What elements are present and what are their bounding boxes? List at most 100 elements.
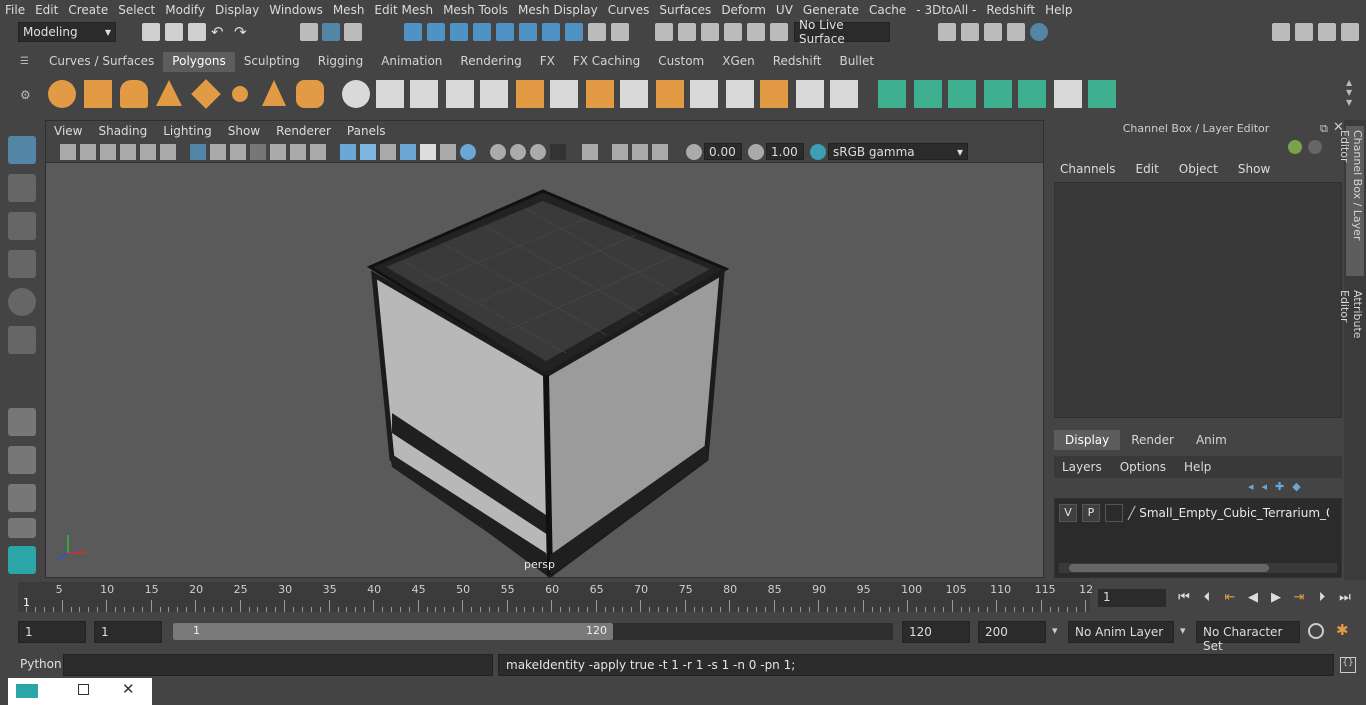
range-slider[interactable]: 1 120 [173, 623, 893, 640]
viewport-panel[interactable]: View Shading Lighting Show Renderer Panels 0.… [45, 120, 1044, 578]
poly-cylinder-icon[interactable] [120, 80, 148, 108]
uv-editor-icon[interactable] [878, 80, 906, 108]
tab-fx-caching[interactable]: FX Caching [564, 52, 649, 72]
menu-edit[interactable]: Edit [30, 3, 63, 17]
snap-curve-icon[interactable] [678, 23, 696, 41]
command-input[interactable] [63, 654, 493, 676]
save-scene-icon[interactable] [188, 23, 206, 41]
auto-key-icon[interactable] [1308, 623, 1324, 639]
mirror-icon[interactable] [410, 80, 438, 108]
planar-map-icon[interactable] [914, 80, 942, 108]
chevron-down-icon[interactable]: ▾ [1052, 624, 1058, 637]
shelf-menu-icon[interactable]: ☰ [20, 56, 30, 68]
hypershade-icon[interactable] [1030, 23, 1048, 41]
target-weld-icon[interactable] [690, 80, 718, 108]
layer-menu-help[interactable]: Help [1176, 460, 1221, 474]
channel-box-toggle-icon[interactable] [1341, 23, 1359, 41]
grid-icon[interactable] [190, 144, 206, 160]
select-by-object-icon[interactable] [322, 23, 340, 41]
layer-menu-options[interactable]: Options [1112, 460, 1176, 474]
tab-display[interactable]: Display [1054, 430, 1121, 450]
anti-aliasing-icon[interactable] [550, 144, 566, 160]
viewport-scene[interactable] [46, 163, 1043, 577]
scene-start-field[interactable]: 1 [18, 621, 86, 643]
frame-selected-icon[interactable] [632, 144, 648, 160]
axis-display-icon[interactable] [1288, 140, 1302, 154]
character-set-dropdown[interactable]: No Character Set [1196, 621, 1300, 653]
layer-list-scrollbar[interactable] [1059, 563, 1337, 573]
redo-icon[interactable]: ↷ [234, 23, 252, 41]
tab-xgen[interactable]: XGen [713, 52, 764, 72]
select-by-hierarchy-icon[interactable] [300, 23, 318, 41]
snap-view-plane-icon[interactable] [747, 23, 765, 41]
menu-deform[interactable]: Deform [716, 3, 771, 17]
play-forwards-icon[interactable]: ▶ [1268, 590, 1284, 606]
resolution-gate-icon[interactable] [230, 144, 246, 160]
shelf-scroll-icon[interactable]: ▲ ▼ ▼ [1346, 78, 1358, 108]
command-language-label[interactable]: Python [20, 657, 62, 671]
center-pivot-icon[interactable] [796, 80, 824, 108]
tab-sculpting[interactable]: Sculpting [235, 52, 309, 72]
grease-pencil-icon[interactable] [160, 144, 176, 160]
help-icon[interactable] [565, 23, 583, 41]
combine-icon[interactable] [342, 80, 370, 108]
menu-display[interactable]: Display [210, 3, 264, 17]
single-perspective-layout-icon[interactable] [8, 408, 36, 436]
viewport-menu-panels[interactable]: Panels [339, 124, 394, 138]
tab-rigging[interactable]: Rigging [309, 52, 372, 72]
new-scene-icon[interactable] [142, 23, 160, 41]
pick-mask-deform-icon[interactable] [473, 23, 491, 41]
channel-menu-channels[interactable]: Channels [1048, 160, 1124, 176]
move-tool-icon[interactable] [8, 250, 36, 278]
script-editor-icon[interactable]: {} [1340, 657, 1356, 673]
paint-select-tool-icon[interactable] [8, 212, 36, 240]
pick-mask-dynamics-icon[interactable] [496, 23, 514, 41]
gamma-field[interactable]: 1.00 [766, 143, 804, 160]
extrude-icon[interactable] [480, 80, 508, 108]
tab-bullet[interactable]: Bullet [830, 52, 883, 72]
viewport-menu-renderer[interactable]: Renderer [268, 124, 339, 138]
cut-uv-icon[interactable] [1088, 80, 1116, 108]
tab-render[interactable]: Render [1120, 430, 1185, 450]
multi-cut-icon[interactable] [550, 80, 578, 108]
workspace-icon[interactable] [1272, 23, 1290, 41]
ambient-occlusion-icon[interactable] [510, 144, 526, 160]
open-scene-icon[interactable] [165, 23, 183, 41]
image-plane-icon[interactable] [120, 144, 136, 160]
viewport-menu-view[interactable]: View [46, 124, 90, 138]
step-forward-frame-icon[interactable]: ⏵ [1314, 590, 1330, 606]
render-frame-icon[interactable] [961, 23, 979, 41]
bridge-icon[interactable] [586, 80, 614, 108]
snap-projected-icon[interactable] [724, 23, 742, 41]
layer-buttons-icon[interactable]: ◂◂✚◆ [1248, 480, 1338, 494]
tab-attribute-editor[interactable]: Attribute Editor [1338, 286, 1364, 376]
snap-grid-icon[interactable] [655, 23, 673, 41]
select-by-component-icon[interactable] [344, 23, 362, 41]
character-controls-icon[interactable] [1318, 23, 1336, 41]
channel-menu-edit[interactable]: Edit [1124, 160, 1167, 176]
channel-toggle-icon[interactable] [1308, 140, 1322, 154]
render-settings-icon[interactable] [938, 23, 956, 41]
boolean-icon[interactable] [830, 80, 858, 108]
tab-anim[interactable]: Anim [1185, 430, 1238, 450]
tab-curves-surfaces[interactable]: Curves / Surfaces [40, 52, 163, 72]
xray-icon[interactable] [420, 144, 436, 160]
float-panel-icon[interactable]: ⧉ [1320, 122, 1328, 136]
menu-uv[interactable]: UV [771, 3, 798, 17]
tab-fx[interactable]: FX [531, 52, 564, 72]
go-to-end-icon[interactable]: ⏭ [1337, 590, 1353, 606]
poly-sphere-icon[interactable] [48, 80, 76, 108]
shadows-icon[interactable] [490, 144, 506, 160]
menu-help[interactable]: Help [1040, 3, 1077, 17]
scrollbar-thumb[interactable] [1069, 564, 1269, 572]
live-surface-field[interactable]: No Live Surface [794, 18, 890, 46]
layer-name[interactable]: Small_Empty_Cubic_Terrarium_001_layer [1139, 506, 1329, 520]
checker-map-icon[interactable] [1054, 80, 1082, 108]
use-all-lights-icon[interactable] [460, 144, 476, 160]
step-forward-key-icon[interactable]: ⇥ [1291, 590, 1307, 606]
scale-tool-icon[interactable] [8, 326, 36, 354]
maximize-icon[interactable] [78, 684, 89, 695]
gate-mask-icon[interactable] [250, 144, 266, 160]
field-chart-icon[interactable] [270, 144, 286, 160]
isolate-select-icon[interactable] [582, 144, 598, 160]
